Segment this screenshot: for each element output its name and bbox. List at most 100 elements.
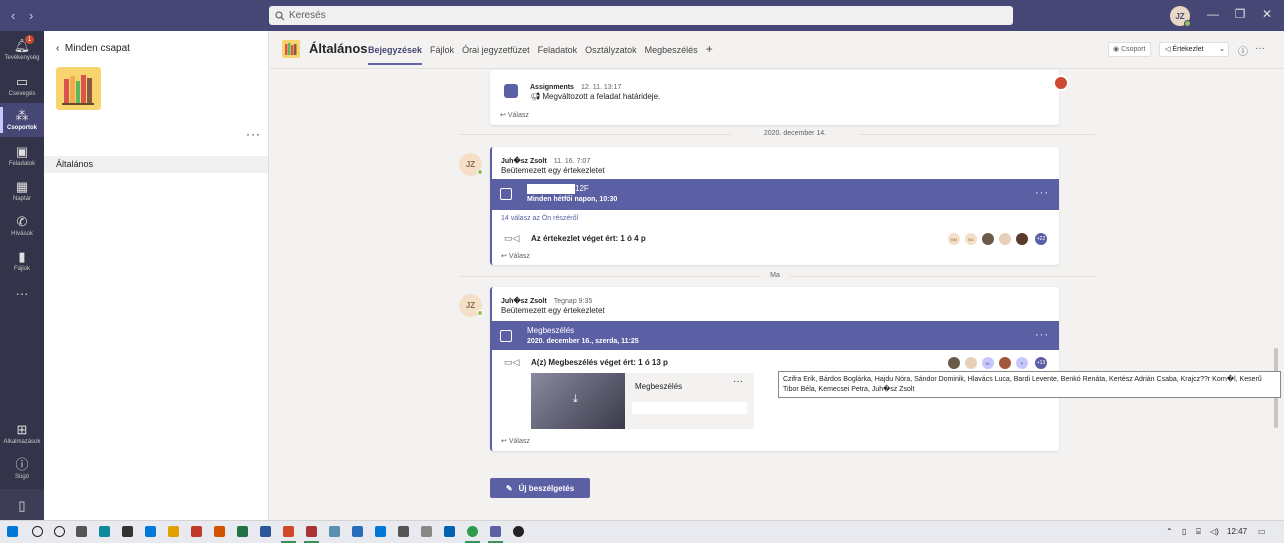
tab-files[interactable]: Fájlok: [430, 45, 454, 65]
channel-label: Általános: [56, 159, 94, 169]
app-icon[interactable]: [421, 526, 432, 537]
meet-button[interactable]: ◁ Értekezlet ⌄: [1159, 42, 1229, 57]
sender-avatar[interactable]: JZ: [459, 294, 483, 317]
chrome-icon[interactable]: [467, 526, 478, 537]
participant-avatar-photo[interactable]: [1016, 233, 1028, 245]
explorer-icon[interactable]: [168, 526, 179, 537]
volume-icon[interactable]: ◁): [1210, 527, 1219, 536]
participant-avatar[interactable]: KL: [982, 357, 994, 369]
rail-item-calls[interactable]: ✆ Hívások: [0, 209, 44, 243]
search-icon[interactable]: [32, 526, 43, 537]
app-icon[interactable]: [513, 526, 524, 537]
store-icon[interactable]: [122, 526, 133, 537]
excel-icon[interactable]: [237, 526, 248, 537]
task-view-icon[interactable]: [76, 526, 87, 537]
outlook-icon[interactable]: [444, 526, 455, 537]
team-more-options-icon[interactable]: ···: [246, 127, 261, 141]
minimize-icon[interactable]: —: [1205, 7, 1221, 21]
rail-label: Naptár: [12, 196, 31, 202]
file-icon: ▮: [18, 249, 26, 264]
participant-avatar[interactable]: P: [1016, 357, 1028, 369]
search-input[interactable]: Keresés: [269, 6, 1013, 25]
video-camera-icon: ▭◁: [504, 233, 520, 243]
mobile-download-button[interactable]: ▯: [0, 489, 44, 523]
maximize-icon[interactable]: ❐: [1232, 7, 1248, 21]
notifications-icon[interactable]: ▭: [1258, 527, 1266, 536]
team-logo[interactable]: [56, 67, 101, 110]
acrobat-icon[interactable]: [191, 526, 202, 537]
app-icon[interactable]: [398, 526, 409, 537]
mail-icon[interactable]: [145, 526, 156, 537]
tab-grades[interactable]: Osztályzatok: [585, 45, 637, 65]
teams-icon[interactable]: [490, 526, 501, 537]
team-button[interactable]: ◉ Csoport: [1108, 42, 1151, 57]
rail-item-help[interactable]: ⓘ Súgó: [0, 452, 44, 486]
participant-avatar-photo[interactable]: [982, 233, 994, 245]
info-icon[interactable]: ⓘ: [1238, 43, 1248, 58]
reaction-icon[interactable]: [1053, 75, 1069, 91]
meeting-card-header[interactable]: 12F Minden hétfői napon, 10:30 ···: [490, 179, 1059, 210]
word-icon[interactable]: [260, 526, 271, 537]
windows-start-icon[interactable]: [7, 526, 18, 537]
rail-item-assignments[interactable]: ▣ Feladatok: [0, 139, 44, 173]
participant-avatar[interactable]: BM: [948, 233, 960, 245]
back-arrow-icon[interactable]: ‹: [11, 8, 15, 23]
new-conversation-button[interactable]: ✎ Új beszélgetés: [490, 478, 590, 498]
rail-item-calendar[interactable]: ▦ Naptár: [0, 174, 44, 208]
meeting-card-header[interactable]: Megbeszélés 2020. december 16., szerda, …: [490, 321, 1059, 350]
rail-item-apps[interactable]: ⊞ Alkalmazások: [0, 417, 44, 451]
channel-item-general[interactable]: Általános: [44, 156, 268, 173]
tab-assignments[interactable]: Feladatok: [538, 45, 578, 65]
rail-item-activity[interactable]: 🔔︎ 1 Tevékenység: [0, 33, 44, 67]
network-icon[interactable]: ⌸: [1196, 527, 1201, 537]
app-icon[interactable]: [329, 526, 340, 537]
reply-button[interactable]: ↩ Válasz: [500, 111, 529, 119]
close-icon[interactable]: ✕: [1259, 7, 1275, 21]
tab-class-notebook[interactable]: Órai jegyzetfüzet: [462, 45, 530, 65]
add-tab-icon[interactable]: +: [706, 42, 713, 65]
meeting-ended-text: Az értekezlet véget ért: 1 ó 4 p: [531, 234, 646, 243]
recording-more-icon[interactable]: ···: [733, 376, 743, 387]
more-options-icon[interactable]: ···: [1255, 43, 1265, 54]
reply-button[interactable]: ↩ Válasz: [501, 437, 530, 445]
tab-meeting[interactable]: Megbeszélés: [645, 45, 698, 65]
chevron-down-icon[interactable]: ⌄: [1219, 43, 1225, 56]
rail-item-teams[interactable]: ⁂ Csoportok: [0, 103, 44, 137]
participant-avatar[interactable]: BG: [965, 233, 977, 245]
participant-avatar-photo[interactable]: [948, 357, 960, 369]
tab-posts[interactable]: Bejegyzések: [368, 45, 423, 65]
rail-item-files[interactable]: ▮ Fájlok: [0, 244, 44, 278]
replies-link[interactable]: 14 válasz az Ön részéről: [501, 215, 578, 222]
user-avatar[interactable]: JZ: [1170, 6, 1191, 27]
meeting-more-icon[interactable]: ···: [1035, 187, 1049, 199]
app-rail: 🔔︎ 1 Tevékenység ▭ Csevegés ⁂ Csoportok …: [0, 31, 44, 523]
more-apps-button[interactable]: ···: [0, 277, 44, 311]
recording-thumbnail[interactable]: ⤓: [531, 373, 625, 429]
forward-arrow-icon[interactable]: ›: [29, 8, 33, 23]
download-icon[interactable]: ⤓: [573, 393, 578, 406]
back-to-teams-link[interactable]: ‹ Minden csapat: [56, 43, 130, 54]
reply-button[interactable]: ↩ Válasz: [501, 252, 530, 260]
tray-chevron-icon[interactable]: ⌃: [1166, 527, 1173, 536]
app-icon[interactable]: [352, 526, 363, 537]
photos-icon[interactable]: [375, 526, 386, 537]
battery-icon[interactable]: ▯: [1182, 527, 1186, 536]
clock[interactable]: 12:47: [1227, 527, 1247, 536]
participants-tooltip: Czifra Erik, Bárdos Boglárka, Hajdu Nóra…: [778, 371, 1281, 398]
recording-card[interactable]: ⤓ Megbeszélés ···: [531, 373, 754, 429]
meeting-title: 12F: [527, 184, 589, 194]
office-icon[interactable]: [214, 526, 225, 537]
participant-avatar-photo[interactable]: [999, 357, 1011, 369]
rail-item-chat[interactable]: ▭ Csevegés: [0, 69, 44, 103]
powerpoint-icon[interactable]: [283, 526, 294, 537]
paint-icon[interactable]: [306, 526, 317, 537]
sender-avatar[interactable]: JZ: [459, 153, 483, 176]
participant-avatar-photo[interactable]: [999, 233, 1011, 245]
edge-icon[interactable]: [99, 526, 110, 537]
more-participants-badge[interactable]: +13: [1035, 357, 1047, 369]
participant-avatar-photo[interactable]: [965, 357, 977, 369]
more-participants-badge[interactable]: +22: [1035, 233, 1047, 245]
meeting-more-icon[interactable]: ···: [1035, 329, 1049, 341]
cortana-icon[interactable]: [54, 526, 65, 537]
books-logo-icon: [62, 75, 94, 105]
